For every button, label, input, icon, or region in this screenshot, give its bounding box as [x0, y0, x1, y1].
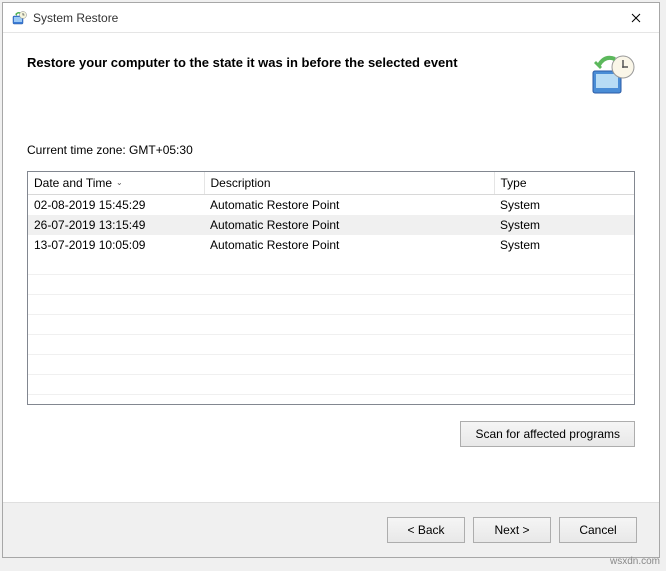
next-button[interactable]: Next > [473, 517, 551, 543]
cell-datetime: 02-08-2019 15:45:29 [28, 195, 204, 215]
table-header-row: Date and Time ⌄ Description Type [28, 172, 634, 195]
cancel-button[interactable]: Cancel [559, 517, 637, 543]
empty-row [28, 255, 634, 275]
empty-row [28, 395, 634, 406]
scan-affected-programs-button[interactable]: Scan for affected programs [460, 421, 635, 447]
content-area: Current time zone: GMT+05:30 Date and Ti… [3, 113, 659, 502]
scan-button-row: Scan for affected programs [27, 421, 635, 447]
cell-description: Automatic Restore Point [204, 195, 494, 215]
empty-row [28, 315, 634, 335]
cell-type: System [494, 195, 634, 215]
column-datetime[interactable]: Date and Time ⌄ [28, 172, 204, 195]
column-type[interactable]: Type [494, 172, 634, 195]
restore-points-table: Date and Time ⌄ Description Type 02-08-20… [27, 171, 635, 405]
restore-header-icon [587, 51, 635, 99]
cell-datetime: 26-07-2019 13:15:49 [28, 215, 204, 235]
header-section: Restore your computer to the state it wa… [3, 33, 659, 113]
watermark: wsxdn.com [610, 556, 660, 567]
system-restore-window: System Restore Restore your computer to … [2, 2, 660, 558]
column-description-label: Description [211, 176, 271, 190]
cell-description: Automatic Restore Point [204, 215, 494, 235]
empty-row [28, 375, 634, 395]
column-description[interactable]: Description [204, 172, 494, 195]
empty-row [28, 335, 634, 355]
table-row[interactable]: 26-07-2019 13:15:49Automatic Restore Poi… [28, 215, 634, 235]
cell-datetime: 13-07-2019 10:05:09 [28, 235, 204, 255]
titlebar: System Restore [3, 3, 659, 33]
back-button[interactable]: < Back [387, 517, 465, 543]
table-row[interactable]: 13-07-2019 10:05:09Automatic Restore Poi… [28, 235, 634, 255]
column-type-label: Type [501, 176, 527, 190]
cell-type: System [494, 215, 634, 235]
table-row[interactable]: 02-08-2019 15:45:29Automatic Restore Poi… [28, 195, 634, 215]
column-datetime-label: Date and Time [34, 176, 112, 190]
window-title: System Restore [33, 11, 615, 25]
timezone-label: Current time zone: GMT+05:30 [27, 143, 635, 157]
cell-type: System [494, 235, 634, 255]
cell-description: Automatic Restore Point [204, 235, 494, 255]
empty-row [28, 355, 634, 375]
system-restore-icon [11, 10, 27, 26]
empty-row [28, 275, 634, 295]
page-heading: Restore your computer to the state it wa… [27, 51, 458, 70]
wizard-footer: < Back Next > Cancel [3, 502, 659, 557]
empty-row [28, 295, 634, 315]
sort-indicator-icon: ⌄ [116, 178, 123, 187]
close-button[interactable] [615, 4, 657, 32]
